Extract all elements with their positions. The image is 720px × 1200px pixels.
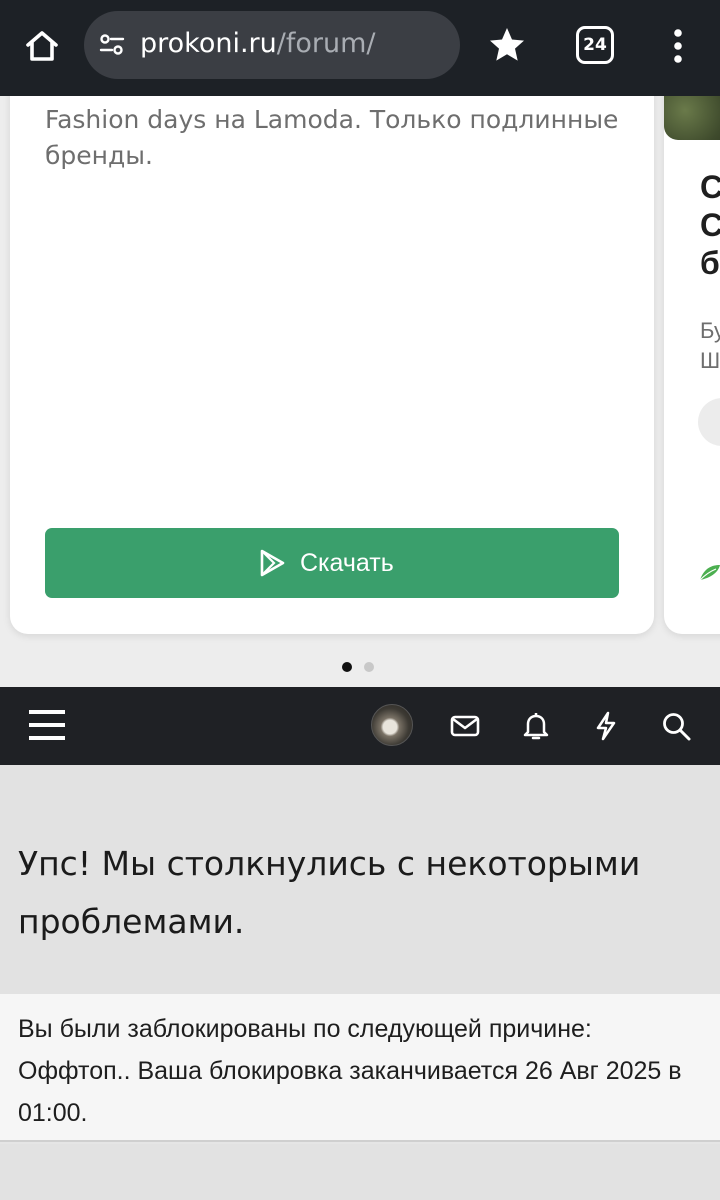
block-message-box: Вы были заблокированы по следующей причи… (0, 994, 720, 1142)
bolt-icon[interactable] (590, 710, 622, 742)
mail-icon[interactable] (449, 710, 481, 742)
url-path: /forum/ (276, 28, 376, 59)
page-footer-area (0, 1144, 720, 1200)
url-text[interactable]: prokoni.ru/forum/ (140, 27, 376, 61)
block-message: Вы были заблокированы по следующей причи… (18, 1015, 682, 1127)
download-button-label: Скачать (300, 549, 394, 577)
carousel-dot-active[interactable] (342, 662, 352, 672)
ad-carousel: Fashion days на Lamoda. Только подлинные… (0, 96, 720, 687)
home-icon[interactable] (20, 24, 64, 68)
search-icon[interactable] (660, 710, 692, 742)
ad-thumbnail (664, 96, 720, 140)
menu-icon[interactable] (28, 706, 66, 744)
next-ad-title: ССб (700, 169, 720, 281)
download-button[interactable]: Скачать (45, 528, 619, 598)
forum-navbar (0, 687, 720, 765)
error-section: Упс! Мы столкнулись с некоторыми проблем… (0, 765, 720, 994)
bell-icon[interactable] (520, 710, 552, 742)
carousel-dot[interactable] (364, 662, 374, 672)
url-host: prokoni.ru (140, 28, 277, 59)
avatar[interactable] (371, 704, 413, 746)
ad-description: Fashion days на Lamoda. Только подлинные… (45, 105, 619, 170)
browser-toolbar: prokoni.ru/forum/ 24 (0, 0, 720, 96)
tab-switcher-button[interactable]: 24 (576, 26, 614, 64)
leaf-icon (699, 565, 720, 581)
tune-icon[interactable] (98, 31, 126, 59)
play-store-icon (260, 549, 285, 577)
address-bar[interactable]: prokoni.ru/forum/ (84, 11, 460, 79)
next-ad-card[interactable]: ССб Бу Ш (664, 96, 720, 634)
more-vert-icon[interactable] (662, 24, 694, 68)
ad-card[interactable]: Fashion days на Lamoda. Только подлинные… (10, 96, 654, 634)
next-ad-button[interactable] (698, 398, 720, 446)
star-icon[interactable] (486, 24, 528, 66)
error-title: Упс! Мы столкнулись с некоторыми проблем… (18, 844, 641, 941)
next-ad-text: Бу Ш (700, 318, 720, 373)
